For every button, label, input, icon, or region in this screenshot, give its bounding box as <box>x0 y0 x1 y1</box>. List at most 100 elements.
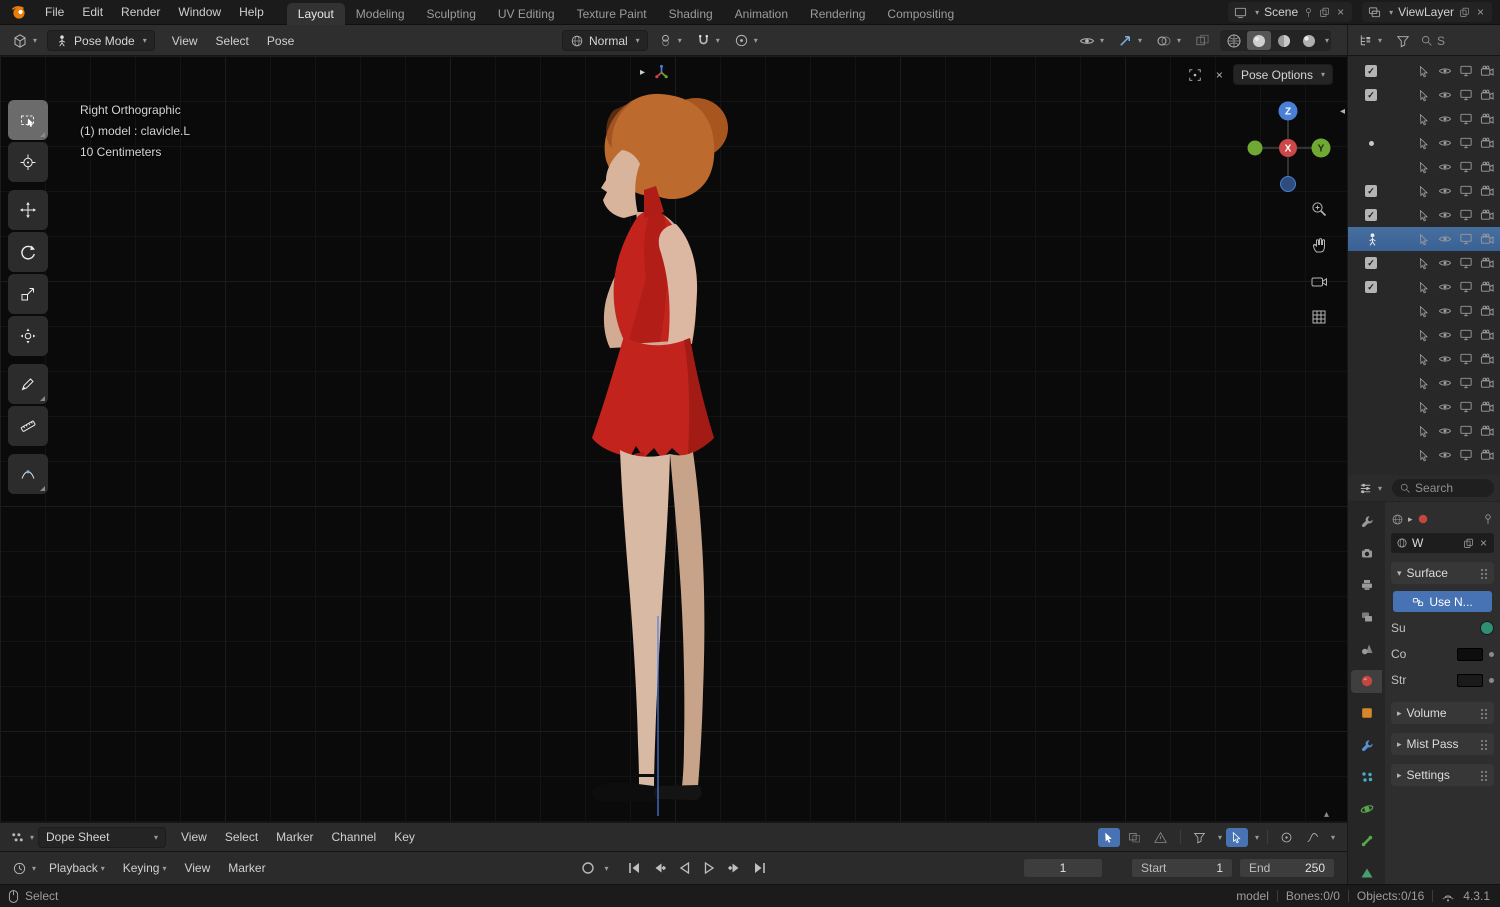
play-button[interactable] <box>698 859 721 878</box>
properties-tab-modifiers[interactable] <box>1351 733 1382 756</box>
menu-window[interactable]: Window <box>169 0 230 25</box>
properties-tab-view-layer[interactable] <box>1351 606 1382 629</box>
dopesheet-menu-select[interactable]: Select <box>216 827 267 848</box>
workspace-tab-layout[interactable]: Layout <box>286 2 345 25</box>
animate-dot-icon[interactable] <box>1489 651 1494 657</box>
jump-to-start-button[interactable] <box>623 859 646 878</box>
shading-wireframe-button[interactable] <box>1222 31 1246 50</box>
render-disable-icon[interactable] <box>1478 208 1495 222</box>
outliner-editor-dropdown[interactable]: ▾ <box>1354 30 1386 51</box>
surface-panel-header[interactable]: ▾ Surface <box>1391 562 1494 584</box>
selectable-toggle-icon[interactable] <box>1415 449 1432 462</box>
selectable-toggle-icon[interactable] <box>1415 209 1432 222</box>
hide-eye-icon[interactable] <box>1436 64 1453 78</box>
shading-solid-button[interactable] <box>1246 31 1271 50</box>
collection-checkbox[interactable] <box>1365 257 1377 269</box>
workspace-tab-shading[interactable]: Shading <box>658 3 724 25</box>
viewport-disable-icon[interactable] <box>1457 88 1474 102</box>
tool-move[interactable] <box>8 190 48 230</box>
hide-eye-icon[interactable] <box>1436 232 1453 246</box>
selectable-toggle-icon[interactable] <box>1415 185 1432 198</box>
outliner-row[interactable] <box>1348 203 1500 227</box>
dopesheet-menu-key[interactable]: Key <box>385 827 424 848</box>
viewport-menu-view[interactable]: View <box>163 30 207 51</box>
workspace-tab-animation[interactable]: Animation <box>724 3 799 25</box>
next-keyframe-button[interactable] <box>723 859 746 878</box>
copy-icon[interactable] <box>1463 538 1474 549</box>
viewport-disable-icon[interactable] <box>1457 256 1474 270</box>
select-cursor-toggle[interactable] <box>1225 827 1248 847</box>
workspace-tab-sculpting[interactable]: Sculpting <box>416 3 487 25</box>
selectable-toggle-icon[interactable] <box>1415 281 1432 294</box>
outliner-row[interactable] <box>1348 443 1500 467</box>
hide-eye-icon[interactable] <box>1436 328 1453 342</box>
drag-grip-icon[interactable] <box>1480 769 1488 781</box>
settings-panel-header[interactable]: ▸ Settings <box>1391 764 1494 786</box>
render-disable-icon[interactable] <box>1478 328 1495 342</box>
viewport-disable-icon[interactable] <box>1457 352 1474 366</box>
hide-eye-icon[interactable] <box>1436 136 1453 150</box>
render-disable-icon[interactable] <box>1478 448 1495 462</box>
viewport-disable-icon[interactable] <box>1457 448 1474 462</box>
render-disable-icon[interactable] <box>1478 424 1495 438</box>
render-disable-icon[interactable] <box>1478 112 1495 126</box>
selectable-toggle-icon[interactable] <box>1415 233 1432 246</box>
selectable-toggle-icon[interactable] <box>1415 425 1432 438</box>
navigation-gizmo[interactable]: Z Y X <box>1243 100 1333 195</box>
color-swatch[interactable] <box>1457 647 1483 661</box>
object-visibility-dropdown[interactable]: ▾ <box>1075 30 1108 51</box>
properties-tab-tool[interactable] <box>1351 510 1382 533</box>
dopesheet-menu-marker[interactable]: Marker <box>267 827 322 848</box>
properties-search[interactable]: Search <box>1392 479 1494 497</box>
viewport-disable-icon[interactable] <box>1457 160 1474 174</box>
previous-keyframe-button[interactable] <box>648 859 671 878</box>
collection-checkbox[interactable] <box>1365 89 1377 101</box>
dopesheet-menu-view[interactable]: View <box>172 827 216 848</box>
zoom-icon[interactable] <box>1306 196 1332 222</box>
strength-slider[interactable] <box>1457 673 1483 687</box>
outliner-filter-icon[interactable] <box>1392 30 1414 51</box>
collection-checkbox[interactable] <box>1365 281 1377 293</box>
menu-render[interactable]: Render <box>112 0 169 25</box>
render-disable-icon[interactable] <box>1478 280 1495 294</box>
hide-eye-icon[interactable] <box>1436 376 1453 390</box>
pin-icon[interactable] <box>1303 7 1314 18</box>
viewport-disable-icon[interactable] <box>1457 376 1474 390</box>
current-frame-field[interactable]: 1 <box>1023 858 1103 878</box>
properties-tab-render[interactable] <box>1351 542 1382 565</box>
tool-annotate[interactable] <box>8 364 48 404</box>
proportional-editing-dropdown[interactable]: ▾ <box>730 30 762 51</box>
render-disable-icon[interactable] <box>1478 304 1495 318</box>
selectable-toggle-icon[interactable] <box>1415 305 1432 318</box>
world-id-field[interactable]: W × <box>1391 533 1494 553</box>
render-disable-icon[interactable] <box>1478 160 1495 174</box>
jump-to-end-button[interactable] <box>748 859 771 878</box>
properties-tab-object[interactable] <box>1351 702 1382 725</box>
properties-tab-output[interactable] <box>1351 574 1382 597</box>
menu-help[interactable]: Help <box>230 0 273 25</box>
filter-funnel-dropdown[interactable] <box>1189 828 1211 847</box>
snap-toggle[interactable]: ▾ <box>692 30 724 51</box>
outliner-row[interactable] <box>1348 395 1500 419</box>
close-icon[interactable]: × <box>1212 64 1227 85</box>
surface-shader-swatch[interactable] <box>1480 621 1494 635</box>
outliner-row[interactable] <box>1348 251 1500 275</box>
viewport-disable-icon[interactable] <box>1457 400 1474 414</box>
drag-grip-icon[interactable] <box>1480 738 1488 750</box>
viewport-menu-select[interactable]: Select <box>207 30 258 51</box>
render-disable-icon[interactable] <box>1478 376 1495 390</box>
tool-box-select[interactable] <box>8 100 48 140</box>
collection-checkbox[interactable] <box>1365 209 1377 221</box>
viewport-disable-icon[interactable] <box>1457 280 1474 294</box>
viewport-disable-icon[interactable] <box>1457 208 1474 222</box>
timeline-menu-view[interactable]: View <box>175 858 219 879</box>
outliner-row[interactable] <box>1348 227 1500 251</box>
hide-eye-icon[interactable] <box>1436 352 1453 366</box>
hide-eye-icon[interactable] <box>1436 304 1453 318</box>
auto-keying-toggle[interactable] <box>576 859 599 878</box>
copy-icon[interactable] <box>1319 7 1330 18</box>
workspace-tab-texture-paint[interactable]: Texture Paint <box>566 3 658 25</box>
shading-material-button[interactable] <box>1272 31 1296 50</box>
remove-icon[interactable]: × <box>1475 5 1486 19</box>
viewport-disable-icon[interactable] <box>1457 184 1474 198</box>
